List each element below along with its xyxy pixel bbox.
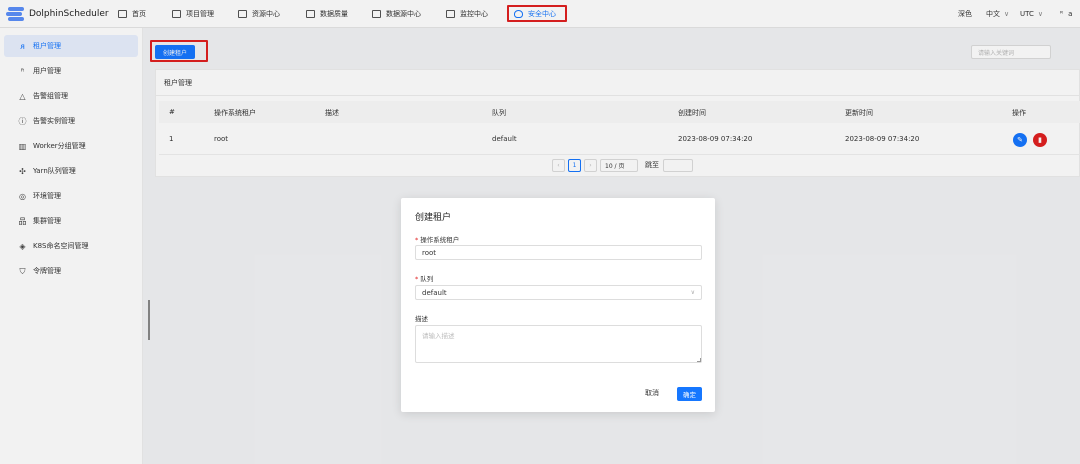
queue-field-label: * 队列 [415, 275, 434, 283]
queue-select[interactable]: default ∨ [415, 285, 702, 300]
description-textarea[interactable]: 请输入描述 [415, 325, 702, 363]
create-tenant-modal: 创建租户 * 操作系统租户 root * 队列 default ∨ 描述 请输入描述… [401, 198, 715, 412]
tenant-code-input[interactable]: root [415, 245, 702, 260]
modal-title: 创建租户 [415, 213, 452, 223]
tenant-field-label: * 操作系统租户 [415, 236, 460, 244]
description-field-label: 描述 [415, 315, 428, 323]
chevron-down-icon: ∨ [690, 289, 695, 296]
resize-grip-icon[interactable] [697, 358, 701, 362]
cancel-button[interactable]: 取消 [645, 388, 659, 398]
confirm-button[interactable]: 确定 [677, 387, 702, 401]
